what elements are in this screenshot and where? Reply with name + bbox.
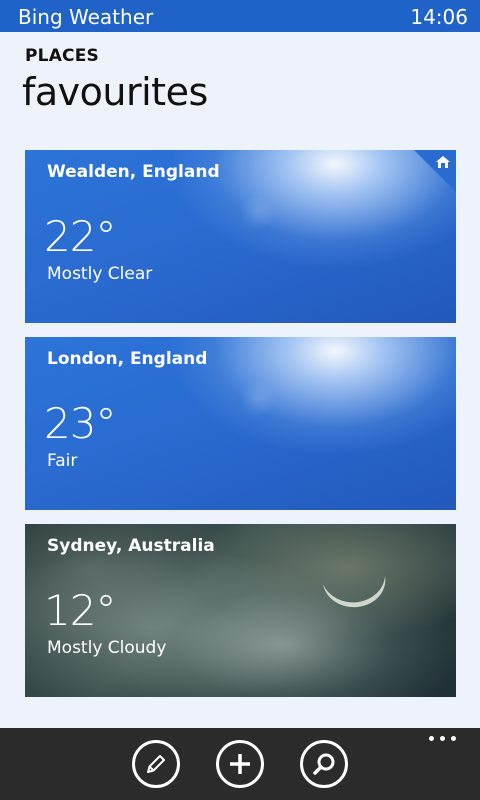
favourite-tile-wealden[interactable]: Wealden, England 22° Mostly Clear	[25, 150, 456, 323]
clock: 14:06	[410, 5, 468, 29]
tile-temperature: 23°	[44, 399, 116, 448]
tile-condition: Fair	[47, 451, 78, 471]
tile-condition: Mostly Clear	[47, 264, 153, 284]
edit-button[interactable]	[132, 740, 180, 788]
add-icon	[230, 754, 250, 774]
crescent-moon-icon	[323, 576, 386, 608]
tile-condition: Mostly Cloudy	[47, 638, 167, 658]
favourite-tile-sydney[interactable]: Sydney, Australia 12° Mostly Cloudy	[25, 524, 456, 697]
tile-temperature: 22°	[44, 212, 116, 261]
search-button[interactable]	[300, 740, 348, 788]
home-icon	[414, 150, 456, 192]
app-bar	[0, 728, 480, 800]
tile-temperature: 12°	[44, 586, 116, 635]
favourite-tile-london[interactable]: London, England 23° Fair	[25, 337, 456, 510]
section-label: PLACES	[25, 46, 99, 66]
edit-icon	[147, 755, 165, 773]
page-title: favourites	[22, 70, 208, 114]
status-bar: Bing Weather 14:06	[0, 0, 480, 32]
tile-location: London, England	[47, 349, 208, 369]
search-icon	[313, 753, 335, 775]
tile-location: Sydney, Australia	[47, 536, 215, 556]
more-icon[interactable]	[429, 736, 456, 741]
add-button[interactable]	[216, 740, 264, 788]
app-title: Bing Weather	[18, 5, 154, 29]
tile-location: Wealden, England	[47, 162, 220, 182]
